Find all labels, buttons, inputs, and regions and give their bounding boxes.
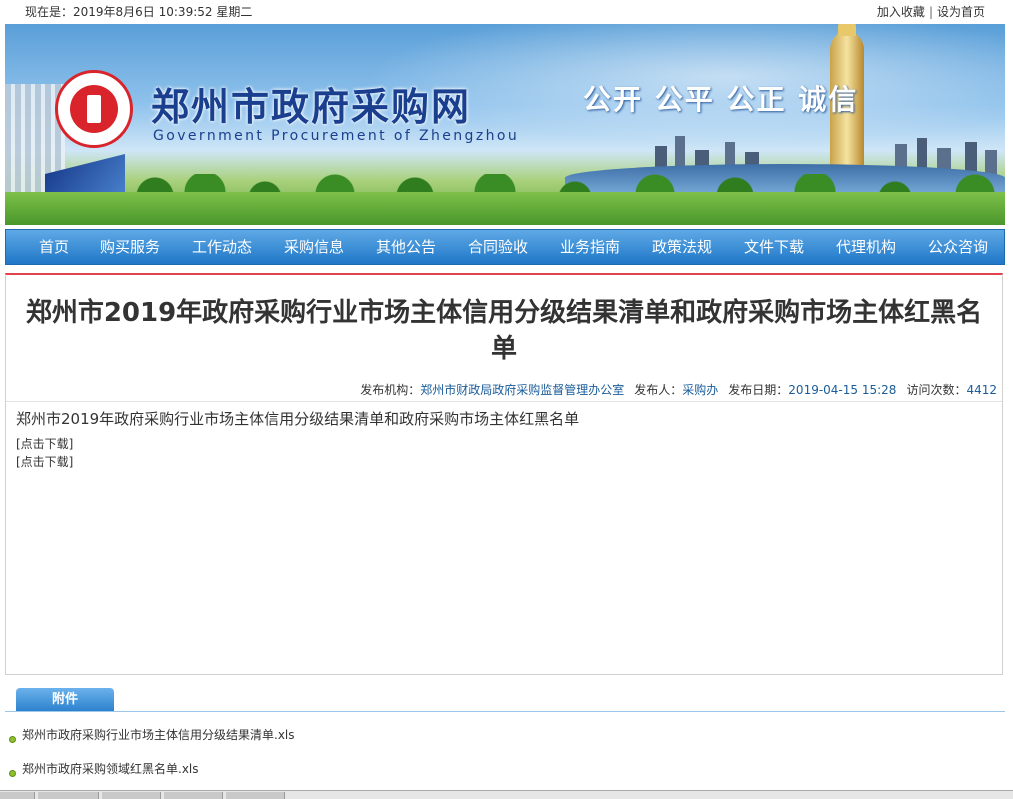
banner-slogan: 公开 公平 公正 诚信 (583, 83, 859, 116)
nav-item-procurement-info[interactable]: 采购信息 (284, 230, 344, 264)
article-meta: 发布机构：郑州市财政局政府采购监督管理办公室 发布人：采购办 发布日期：2019-0… (360, 381, 997, 398)
date-value: 2019-04-15 15:28 (788, 383, 897, 397)
add-bookmark-link[interactable]: 加入收藏 (877, 5, 925, 19)
attachments-divider (5, 711, 1005, 712)
site-name-english: Government Procurement of Zhengzhou (153, 128, 520, 144)
publisher-label: 发布人： (634, 383, 683, 397)
download-link[interactable]: [点击下载] (16, 435, 73, 452)
nav-item-home[interactable]: 首页 (39, 230, 69, 264)
nav-item-policies[interactable]: 政策法规 (652, 230, 712, 264)
site-name: 郑州市政府采购网 (151, 84, 472, 129)
download-link[interactable]: [点击下载] (16, 453, 73, 470)
top-links: 加入收藏 | 设为首页 (877, 0, 985, 24)
emblem-icon (55, 70, 133, 148)
attachment-filename: 郑州市政府采购领域红黑名单.xls (22, 762, 199, 776)
bullet-icon (9, 770, 16, 777)
banner-lawn (5, 192, 1005, 225)
meta-divider (6, 401, 1002, 402)
bullet-icon (9, 736, 16, 743)
nav-item-work-news[interactable]: 工作动态 (192, 230, 252, 264)
attachment-filename: 郑州市政府采购行业市场主体信用分级结果清单.xls (22, 728, 295, 742)
top-bar: 现在是：2019年8月6日 10:39:52 星期二 加入收藏 | 设为首页 (5, 0, 1005, 24)
nav-item-purchase-services[interactable]: 购买服务 (100, 230, 160, 264)
nav-item-business-guide[interactable]: 业务指南 (560, 230, 620, 264)
nav-item-public-inquiry[interactable]: 公众咨询 (928, 230, 988, 264)
org-value: 郑州市财政局政府采购监督管理办公室 (420, 383, 625, 397)
nav-item-contract-acceptance[interactable]: 合同验收 (468, 230, 528, 264)
article-panel: 郑州市2019年政府采购行业市场主体信用分级结果清单和政府采购市场主体红黑名单 … (5, 273, 1003, 675)
article-body-text: 郑州市2019年政府采购行业市场主体信用分级结果清单和政府采购市场主体红黑名单 (16, 410, 580, 428)
nav-item-downloads[interactable]: 文件下载 (744, 230, 804, 264)
set-homepage-link[interactable]: 设为首页 (937, 5, 985, 19)
attachment-link[interactable]: 郑州市政府采购行业市场主体信用分级结果清单.xls (9, 726, 295, 743)
separator: | (928, 5, 933, 19)
date-label: 发布日期： (728, 383, 789, 397)
visits-label: 访问次数： (906, 383, 967, 397)
visits-value: 4412 (966, 383, 997, 397)
org-label: 发布机构： (360, 383, 421, 397)
article-title: 郑州市2019年政府采购行业市场主体信用分级结果清单和政府采购市场主体红黑名单 (25, 298, 983, 364)
publisher-value: 采购办 (682, 383, 719, 397)
attachment-link[interactable]: 郑州市政府采购领域红黑名单.xls (9, 760, 199, 777)
nav-item-agencies[interactable]: 代理机构 (836, 230, 896, 264)
nav-item-other-notices[interactable]: 其他公告 (376, 230, 436, 264)
attachments-tab[interactable]: 附件 (16, 688, 114, 712)
site-banner: 郑州市政府采购网 Government Procurement of Zheng… (5, 24, 1005, 225)
current-date: 现在是：2019年8月6日 10:39:52 星期二 (25, 5, 253, 19)
main-nav: 首页 购买服务 工作动态 采购信息 其他公告 合同验收 业务指南 政策法规 文件… (5, 229, 1005, 265)
